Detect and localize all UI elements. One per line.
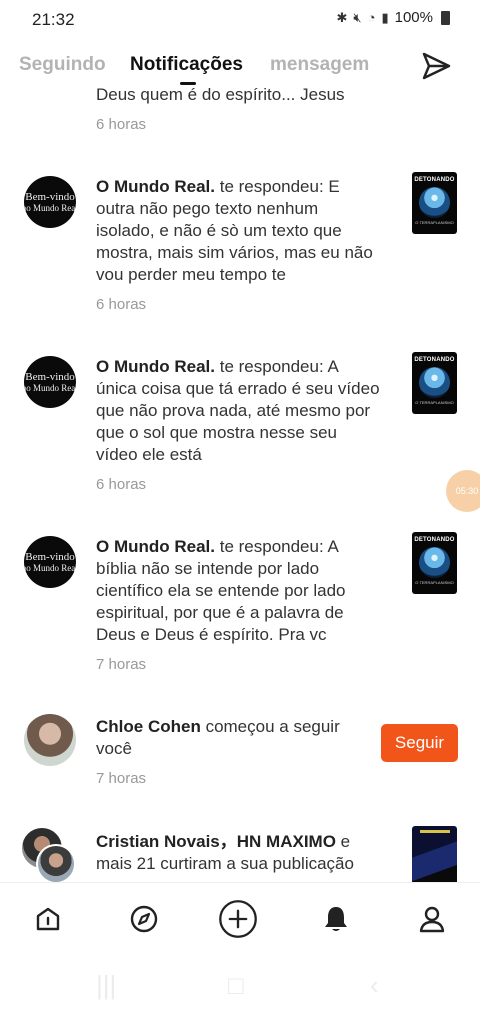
- signal-icon: ▮: [381, 9, 389, 25]
- user-name[interactable]: O Mundo Real.: [96, 357, 215, 376]
- notification-item[interactable]: Bem-vindo ao Mundo Real O Mundo Real. te…: [0, 352, 480, 502]
- globe-image: [419, 367, 450, 398]
- mute-icon: 🔇︎: [353, 9, 362, 25]
- status-icons: ✱ 🔇︎ ◔ ▮ 100%: [336, 9, 450, 26]
- send-button[interactable]: [420, 50, 452, 82]
- status-time: 21:32: [32, 10, 75, 29]
- floating-timer-bubble[interactable]: 05:30: [446, 470, 480, 512]
- bottom-nav: [0, 882, 480, 952]
- back-icon[interactable]: ‹: [370, 970, 379, 1001]
- battery-percent: 100%: [394, 9, 433, 26]
- video-thumbnail[interactable]: DETONANDO O TERRAPLANISMO: [412, 352, 457, 414]
- video-thumbnail[interactable]: DETONANDO O TERRAPLANISMO: [412, 172, 457, 234]
- notification-item[interactable]: Chloe Cohen começou a seguir você 7 hora…: [0, 712, 480, 802]
- user-name[interactable]: Cristian Novais，HN MAXIMO: [96, 832, 336, 851]
- list-item-fragment[interactable]: Deus quem é do espírito... Jesus 6 horas: [96, 86, 396, 133]
- nav-home[interactable]: [28, 899, 68, 939]
- system-nav-bar: ||| □ ‹: [0, 952, 480, 1014]
- notification-time: 6 horas: [96, 296, 147, 313]
- nav-notifications[interactable]: [316, 899, 356, 939]
- notification-time: 6 horas: [96, 476, 147, 493]
- send-icon: [422, 52, 451, 80]
- action-text: te respondeu:: [215, 177, 329, 196]
- globe-image: [419, 547, 450, 578]
- notification-text: O Mundo Real. te respondeu: A única cois…: [96, 356, 380, 466]
- user-name[interactable]: Chloe Cohen: [96, 717, 201, 736]
- tab-indicator: [180, 82, 196, 85]
- avatar[interactable]: Bem-vindo ao Mundo Real: [24, 536, 76, 588]
- avatar[interactable]: Bem-vindo ao Mundo Real: [24, 176, 76, 228]
- tab-seguindo[interactable]: Seguindo: [19, 54, 106, 76]
- avatar[interactable]: [24, 714, 76, 766]
- notification-text: O Mundo Real. te respondeu: A bíblia não…: [96, 536, 380, 646]
- user-icon: [419, 906, 445, 933]
- notification-item[interactable]: Cristian Novais，HN MAXIMO e mais 21 curt…: [0, 826, 480, 882]
- notification-item[interactable]: Bem-vindo ao Mundo Real O Mundo Real. te…: [0, 532, 480, 682]
- compass-icon: [130, 905, 158, 933]
- top-nav: Seguindo Notificações mensagem: [0, 48, 480, 88]
- bluetooth-icon: ✱: [336, 9, 348, 25]
- battery-icon: [441, 10, 450, 25]
- notification-item[interactable]: Bem-vindo ao Mundo Real O Mundo Real. te…: [0, 172, 480, 322]
- nav-create[interactable]: [218, 899, 258, 939]
- nav-profile[interactable]: [412, 899, 452, 939]
- notification-feed[interactable]: Deus quem é do espírito... Jesus 6 horas…: [0, 86, 480, 882]
- plus-icon: [219, 900, 257, 938]
- globe-image: [419, 187, 450, 218]
- action-text: te respondeu:: [215, 537, 328, 556]
- avatar[interactable]: Bem-vindo ao Mundo Real: [24, 356, 76, 408]
- fragment-text: Deus quem é do espírito... Jesus: [96, 86, 345, 104]
- bell-icon: [325, 907, 347, 931]
- tab-notificacoes[interactable]: Notificações: [130, 54, 243, 76]
- follow-button[interactable]: Seguir: [381, 724, 458, 762]
- video-thumbnail[interactable]: [412, 826, 457, 882]
- recent-apps-icon[interactable]: |||: [96, 970, 116, 1001]
- wifi-icon: ◔: [367, 10, 376, 25]
- user-name[interactable]: O Mundo Real.: [96, 177, 215, 196]
- tab-mensagem[interactable]: mensagem: [270, 54, 369, 76]
- notification-time: 7 horas: [96, 770, 147, 787]
- video-thumbnail[interactable]: DETONANDO O TERRAPLANISMO: [412, 532, 457, 594]
- fragment-time: 6 horas: [96, 116, 147, 133]
- home-system-icon[interactable]: □: [228, 970, 244, 1001]
- notification-text: O Mundo Real. te respondeu: E outra não …: [96, 176, 380, 286]
- notification-text: Cristian Novais，HN MAXIMO e mais 21 curt…: [96, 831, 380, 875]
- home-icon: [36, 907, 60, 931]
- notification-text: Chloe Cohen começou a seguir você: [96, 716, 380, 760]
- nav-discover[interactable]: [124, 899, 164, 939]
- action-text: te respondeu:: [215, 357, 328, 376]
- status-bar: 21:32 ✱ 🔇︎ ◔ ▮ 100%: [0, 0, 480, 40]
- avatar[interactable]: [36, 844, 76, 882]
- user-name[interactable]: O Mundo Real.: [96, 537, 215, 556]
- notification-time: 7 horas: [96, 656, 147, 673]
